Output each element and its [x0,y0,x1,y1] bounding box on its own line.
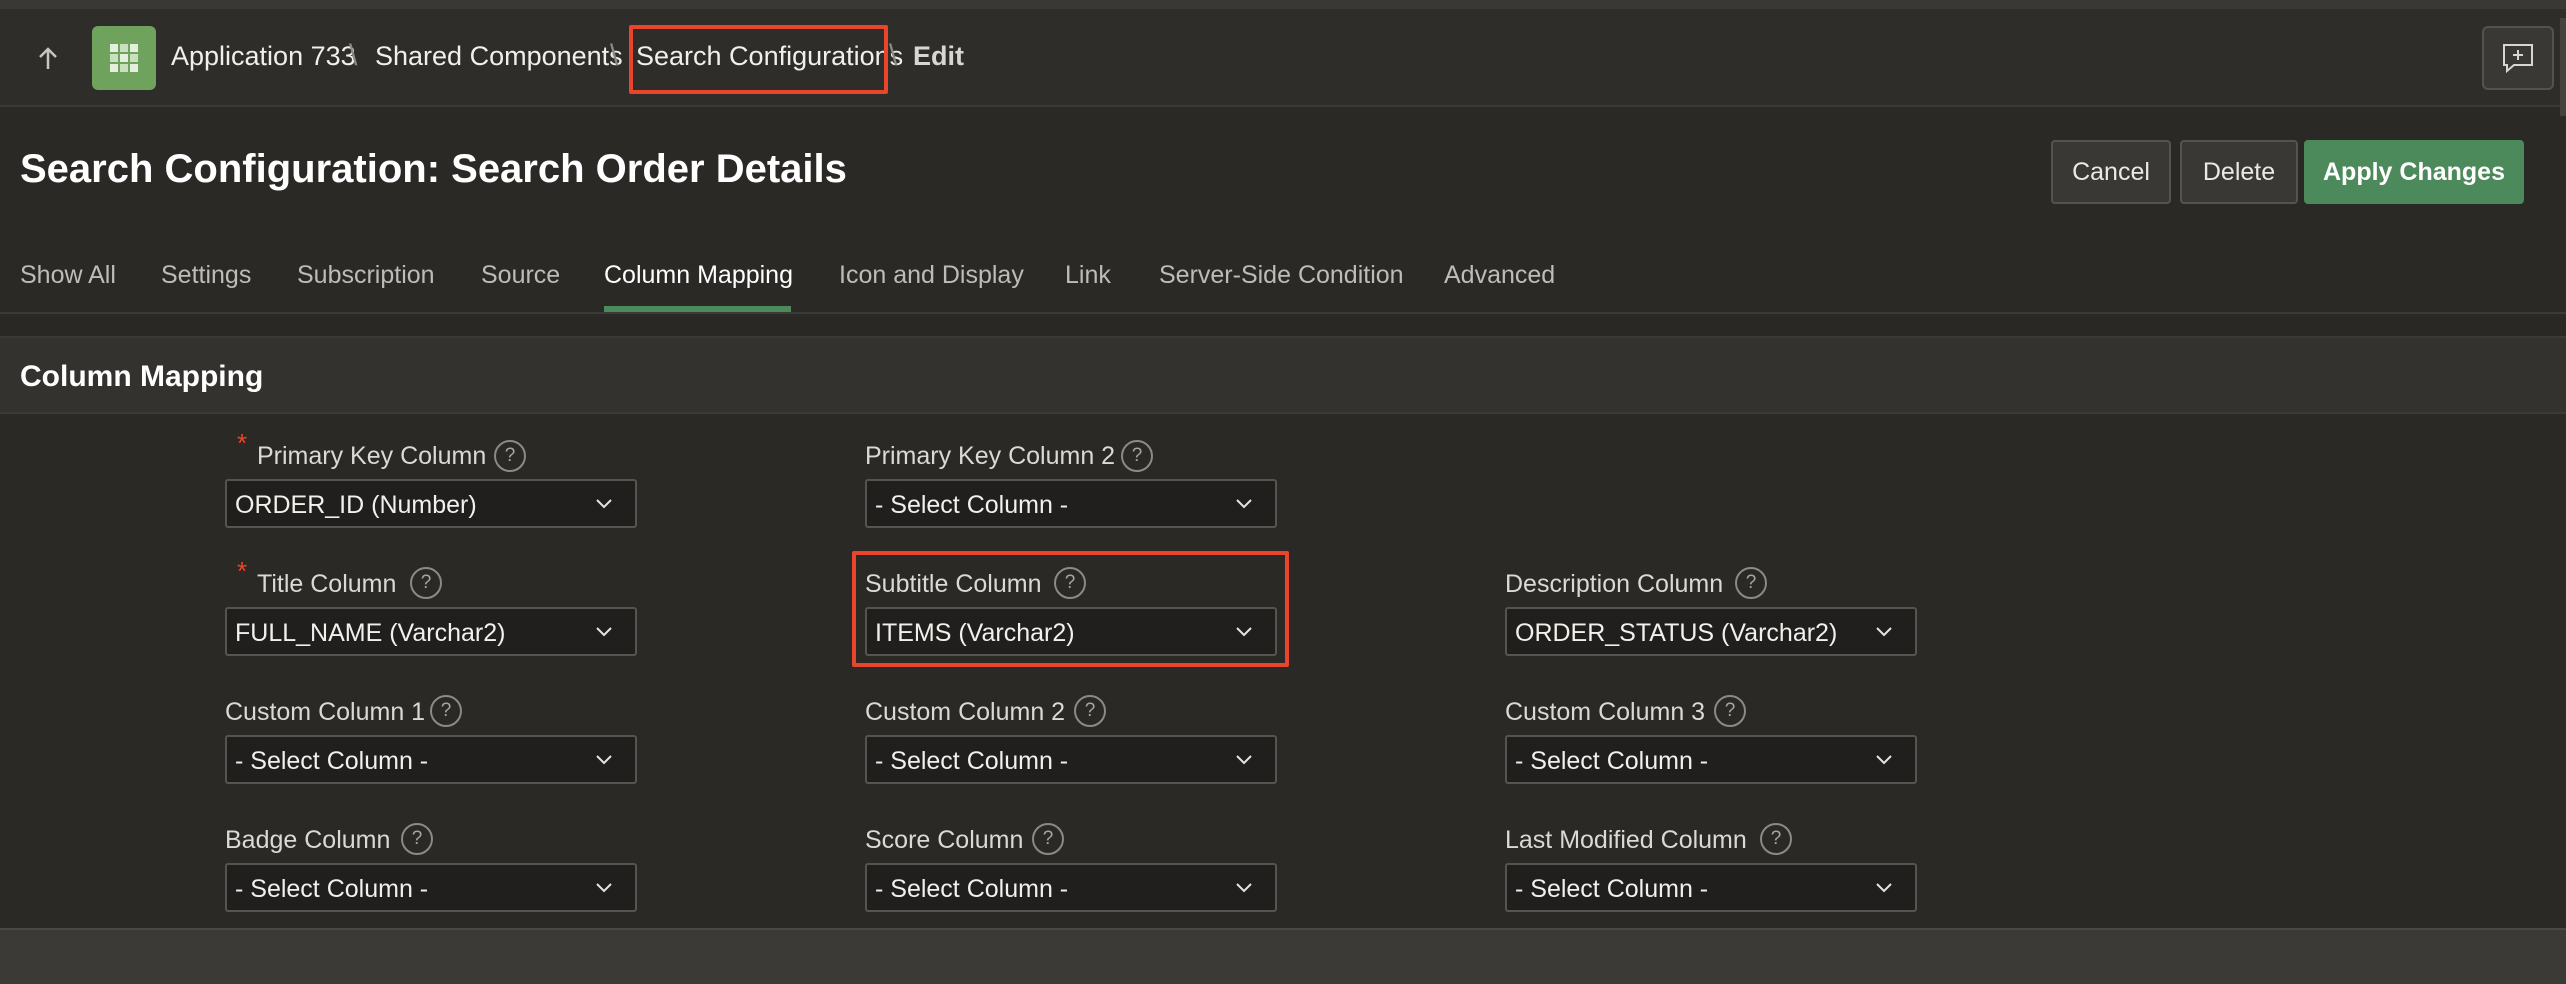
help-icon[interactable]: ? [1760,823,1792,855]
tab-bar: Show All Settings Subscription Source Co… [0,240,2566,314]
help-icon[interactable]: ? [1032,823,1064,855]
select-value: FULL_NAME (Varchar2) [235,619,506,647]
score-column-label: Score Column [865,826,1024,854]
custom-column-2-select[interactable]: - Select Column - [865,735,1277,784]
tab-settings[interactable]: Settings [161,261,251,290]
last-modified-column-label: Last Modified Column [1505,826,1747,854]
custom-column-1-label: Custom Column 1 [225,698,426,726]
title-column-select[interactable]: FULL_NAME (Varchar2) [225,607,637,656]
required-marker: * [237,556,248,586]
chevron-down-icon [1876,627,1892,637]
tab-advanced[interactable]: Advanced [1444,261,1555,290]
chevron-down-icon [596,755,612,765]
tab-icon-and-display[interactable]: Icon and Display [839,261,1024,290]
chevron-down-icon [1236,883,1252,893]
region-title: Column Mapping [20,360,264,393]
delete-button[interactable]: Delete [2180,140,2298,204]
custom-column-1-select[interactable]: - Select Column - [225,735,637,784]
select-value: - Select Column - [235,875,429,903]
breadcrumb-edit: Edit [913,41,964,71]
description-column-label: Description Column [1505,570,1724,598]
region-header: Column Mapping [0,336,2566,414]
breadcrumb-shared-components[interactable]: Shared Components [375,41,623,72]
highlight-box-breadcrumb [629,25,888,94]
breadcrumb-separator: \ [889,39,898,72]
tab-subscription[interactable]: Subscription [297,261,435,290]
feedback-button[interactable] [2482,26,2554,90]
highlight-box-subtitle [852,551,1289,667]
select-value: - Select Column - [1515,875,1709,903]
required-marker: * [237,428,248,458]
last-modified-column-select[interactable]: - Select Column - [1505,863,1917,912]
help-icon[interactable]: ? [1121,440,1153,472]
window-edge [2560,18,2566,116]
select-value: - Select Column - [875,491,1069,519]
select-value: ORDER_STATUS (Varchar2) [1515,619,1838,647]
breadcrumb-separator: \ [610,39,619,72]
primary-key-column-label: Primary Key Column [257,442,487,470]
score-column-select[interactable]: - Select Column - [865,863,1277,912]
tab-source[interactable]: Source [481,261,560,290]
help-icon[interactable]: ? [410,567,442,599]
chevron-down-icon [1236,755,1252,765]
badge-column-select[interactable]: - Select Column - [225,863,637,912]
description-column-select[interactable]: ORDER_STATUS (Varchar2) [1505,607,1917,656]
cancel-button[interactable]: Cancel [2051,140,2171,204]
badge-column-label: Badge Column [225,826,391,854]
chevron-down-icon [1876,755,1892,765]
custom-column-3-select[interactable]: - Select Column - [1505,735,1917,784]
section-separator [0,316,2566,336]
chevron-down-icon [596,883,612,893]
custom-column-2-label: Custom Column 2 [865,698,1066,726]
region-footer [0,928,2566,984]
chevron-down-icon [1236,499,1252,509]
page-title: Search Configuration: Search Order Detai… [20,147,847,191]
active-tab-indicator [604,306,791,312]
tab-column-mapping[interactable]: Column Mapping [604,261,793,290]
navbar: Application 733 \ Shared Components \ Se… [0,9,2566,116]
help-icon[interactable]: ? [494,440,526,472]
breadcrumb-application[interactable]: Application 733 [171,41,356,72]
arrow-up-icon[interactable] [28,39,68,79]
select-value: - Select Column - [235,747,429,775]
feedback-icon [2503,44,2533,74]
select-value: - Select Column - [875,875,1069,903]
help-icon[interactable]: ? [430,695,462,727]
tab-show-all[interactable]: Show All [20,261,116,290]
primary-key-column-select[interactable]: ORDER_ID (Number) [225,479,637,528]
help-icon[interactable]: ? [1074,695,1106,727]
tab-server-side-condition[interactable]: Server-Side Condition [1159,261,1404,290]
custom-column-3-label: Custom Column 3 [1505,698,1706,726]
chevron-down-icon [596,627,612,637]
help-icon[interactable]: ? [1735,567,1767,599]
select-value: - Select Column - [875,747,1069,775]
chevron-down-icon [596,499,612,509]
app-grid-icon[interactable] [92,26,156,90]
primary-key-column-2-label: Primary Key Column 2 [865,442,1116,470]
chevron-down-icon [1876,883,1892,893]
help-icon[interactable]: ? [401,823,433,855]
help-icon[interactable]: ? [1714,695,1746,727]
breadcrumb-separator: \ [349,39,358,72]
top-strip [0,0,2566,9]
tab-link[interactable]: Link [1065,261,1111,290]
apply-changes-button[interactable]: Apply Changes [2304,140,2524,204]
primary-key-column-2-select[interactable]: - Select Column - [865,479,1277,528]
title-column-label: Title Column [257,570,397,598]
select-value: ORDER_ID (Number) [235,491,477,519]
select-value: - Select Column - [1515,747,1709,775]
